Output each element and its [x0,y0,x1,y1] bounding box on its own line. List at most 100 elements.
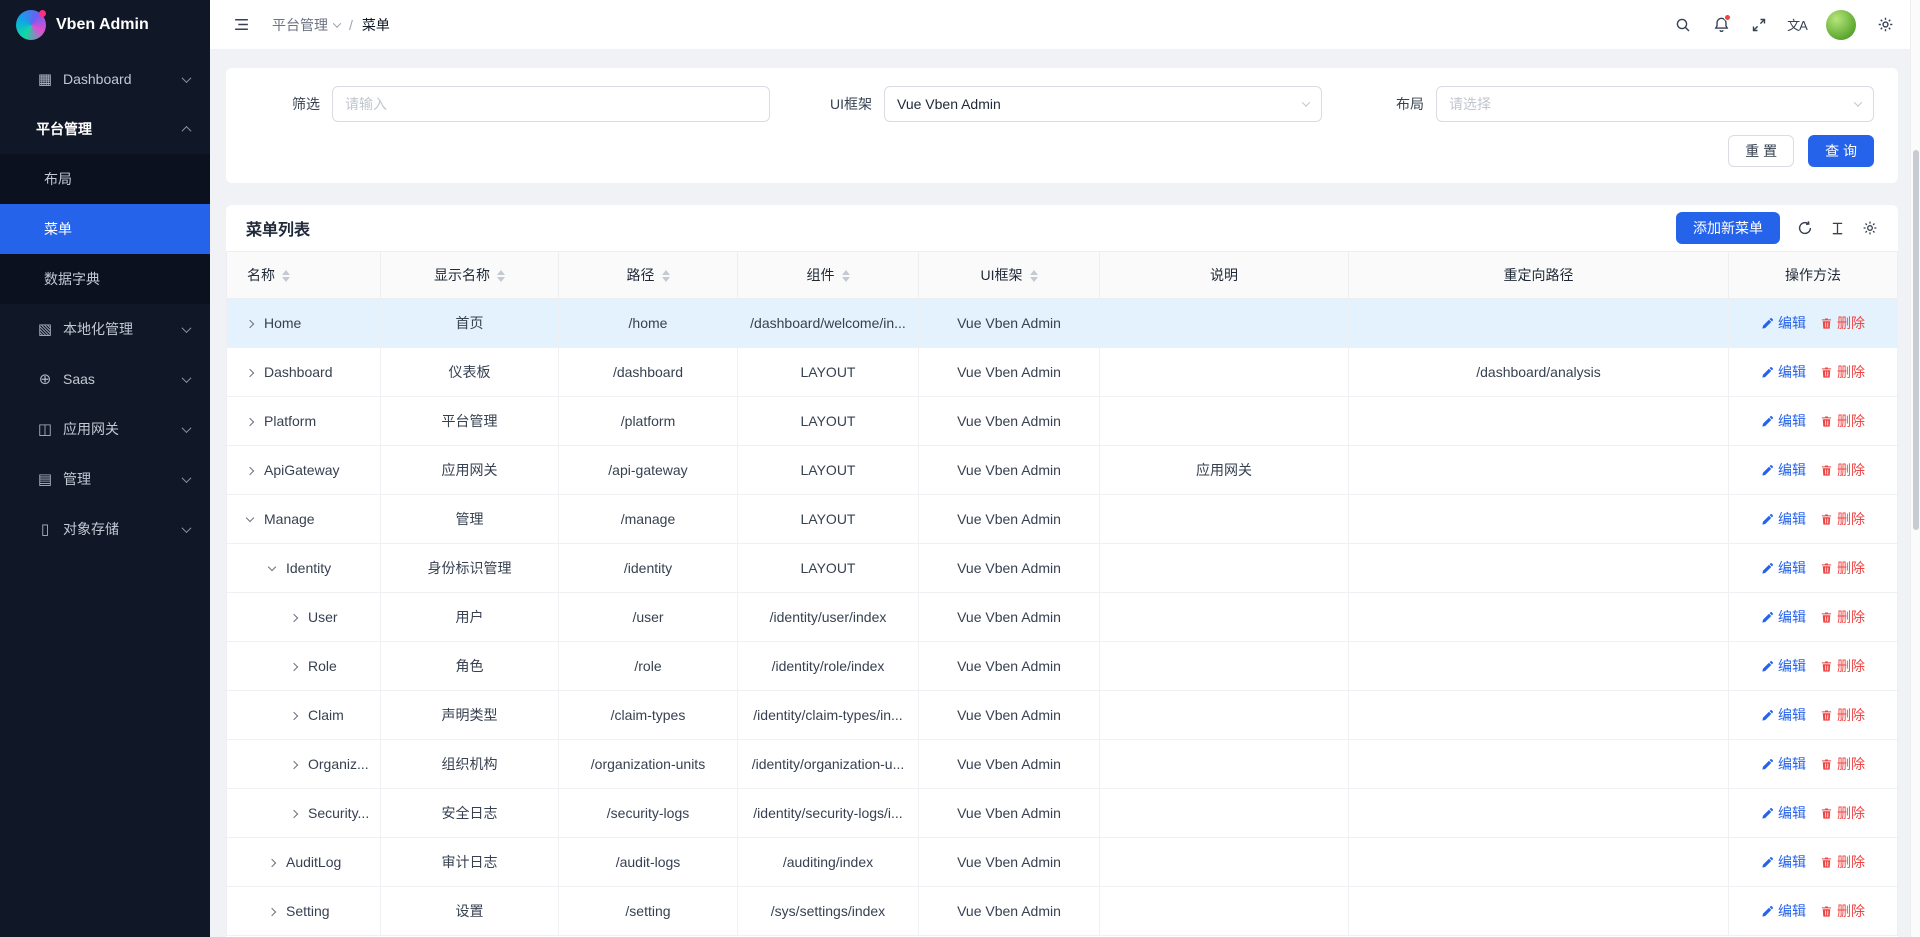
layout-select[interactable]: 请选择 [1436,86,1874,122]
edit-button[interactable]: 编辑 [1761,313,1806,333]
edit-button[interactable]: 编辑 [1761,852,1806,872]
delete-button[interactable]: 删除 [1820,852,1865,872]
query-button[interactable]: 查 询 [1808,135,1874,167]
reset-button[interactable]: 重 置 [1728,135,1794,167]
edit-button[interactable]: 编辑 [1761,656,1806,676]
collapse-row-icon[interactable] [268,563,276,571]
sidebar-item-dashboard[interactable]: ▦Dashboard [0,54,210,104]
edit-button[interactable]: 编辑 [1761,509,1806,529]
delete-button[interactable]: 删除 [1820,411,1865,431]
row-name: Role [308,658,337,674]
settings-gear-icon[interactable] [1868,8,1902,42]
sidebar-subitem-layout[interactable]: 布局 [0,154,210,204]
column-header-path[interactable]: 路径 [559,252,738,299]
delete-button[interactable]: 删除 [1820,607,1865,627]
fullscreen-icon[interactable] [1742,8,1776,42]
breadcrumb-item-platform[interactable]: 平台管理 [272,15,340,35]
row-name: Claim [308,707,344,723]
expand-row-icon[interactable] [268,859,276,867]
table-row[interactable]: ApiGateway应用网关/api-gatewayLAYOUTVue Vben… [227,446,1898,495]
column-header-ui-framework[interactable]: UI框架 [919,252,1100,299]
sidebar-item-api-gateway[interactable]: ◫应用网关 [0,404,210,454]
sort-icon [1030,270,1038,282]
delete-button[interactable]: 删除 [1820,460,1865,480]
table-row[interactable]: Home首页/home/dashboard/welcome/in...Vue V… [227,299,1898,348]
table-row[interactable]: Manage管理/manageLAYOUTVue Vben Admin编辑删除 [227,495,1898,544]
expand-row-icon[interactable] [246,320,254,328]
edit-button[interactable]: 编辑 [1761,705,1806,725]
expand-row-icon[interactable] [290,614,298,622]
delete-button[interactable]: 删除 [1820,313,1865,333]
delete-button[interactable]: 删除 [1820,509,1865,529]
expand-row-icon[interactable] [290,761,298,769]
page-scrollbar[interactable] [1910,0,1920,937]
table-row[interactable]: Organiz...组织机构/organization-units/identi… [227,740,1898,789]
cell-component: /sys/settings/index [738,887,919,936]
column-header-name[interactable]: 名称 [227,252,381,299]
table-row[interactable]: Platform平台管理/platformLAYOUTVue Vben Admi… [227,397,1898,446]
edit-button[interactable]: 编辑 [1761,901,1806,921]
sidebar-subitem-data-dictionary[interactable]: 数据字典 [0,254,210,304]
expand-row-icon[interactable] [246,418,254,426]
expand-row-icon[interactable] [268,908,276,916]
sidebar-item-platform-management[interactable]: 平台管理 [0,104,210,154]
delete-button[interactable]: 删除 [1820,362,1865,382]
table-row[interactable]: AuditLog审计日志/audit-logs/auditing/indexVu… [227,838,1898,887]
column-header-description: 说明 [1100,252,1349,299]
sidebar-item-management[interactable]: ▤管理 [0,454,210,504]
edit-button[interactable]: 编辑 [1761,754,1806,774]
table-row[interactable]: Setting设置/setting/sys/settings/indexVue … [227,887,1898,936]
delete-button[interactable]: 删除 [1820,656,1865,676]
table-settings-icon[interactable] [1862,220,1878,236]
table-row[interactable]: User用户/user/identity/user/indexVue Vben … [227,593,1898,642]
select-value: Vue Vben Admin [897,96,1001,112]
expand-row-icon[interactable] [246,369,254,377]
delete-button[interactable]: 删除 [1820,803,1865,823]
sidebar-item-object-storage[interactable]: ▯对象存储 [0,504,210,554]
edit-button[interactable]: 编辑 [1761,362,1806,382]
cell-actions: 编辑删除 [1729,446,1898,495]
collapse-row-icon[interactable] [246,514,254,522]
table-row[interactable]: Identity身份标识管理/identityLAYOUTVue Vben Ad… [227,544,1898,593]
delete-button[interactable]: 删除 [1820,901,1865,921]
column-label: UI框架 [981,267,1023,283]
translate-icon[interactable]: 文A [1780,8,1814,42]
search-icon[interactable] [1666,8,1700,42]
table-row[interactable]: Security...安全日志/security-logs/identity/s… [227,789,1898,838]
app-logo[interactable]: Vben Admin [0,0,210,50]
row-name: Organiz... [308,756,369,772]
sidebar-item-localization[interactable]: ▧本地化管理 [0,304,210,354]
table-row[interactable]: Role角色/role/identity/role/indexVue Vben … [227,642,1898,691]
expand-row-icon[interactable] [290,810,298,818]
column-header-component[interactable]: 组件 [738,252,919,299]
notification-bell-icon[interactable] [1704,8,1738,42]
column-header-display-name[interactable]: 显示名称 [381,252,559,299]
cell-name: Identity [227,544,381,593]
delete-button[interactable]: 删除 [1820,754,1865,774]
ui-framework-select[interactable]: Vue Vben Admin [884,86,1322,122]
edit-button[interactable]: 编辑 [1761,558,1806,578]
chevron-down-icon [1302,98,1310,106]
delete-button[interactable]: 删除 [1820,705,1865,725]
edit-button[interactable]: 编辑 [1761,607,1806,627]
expand-row-icon[interactable] [290,663,298,671]
refresh-icon[interactable] [1797,220,1813,236]
edit-button[interactable]: 编辑 [1761,460,1806,480]
sidebar-subitem-menu[interactable]: 菜单 [0,204,210,254]
main-area: 平台管理 / 菜单 文A [210,0,1920,937]
edit-button[interactable]: 编辑 [1761,803,1806,823]
cell-component: /identity/claim-types/in... [738,691,919,740]
sidebar-item-saas[interactable]: ⊕Saas [0,354,210,404]
add-menu-button[interactable]: 添加新菜单 [1676,212,1780,244]
expand-row-icon[interactable] [290,712,298,720]
menu-fold-icon[interactable] [224,8,258,42]
table-row[interactable]: Dashboard仪表板/dashboardLAYOUTVue Vben Adm… [227,348,1898,397]
edit-button[interactable]: 编辑 [1761,411,1806,431]
scrollbar-thumb[interactable] [1913,150,1919,530]
expand-row-icon[interactable] [246,467,254,475]
delete-button[interactable]: 删除 [1820,558,1865,578]
avatar[interactable] [1826,10,1856,40]
table-row[interactable]: Claim声明类型/claim-types/identity/claim-typ… [227,691,1898,740]
filter-input[interactable] [332,86,770,122]
row-height-icon[interactable] [1830,221,1845,236]
